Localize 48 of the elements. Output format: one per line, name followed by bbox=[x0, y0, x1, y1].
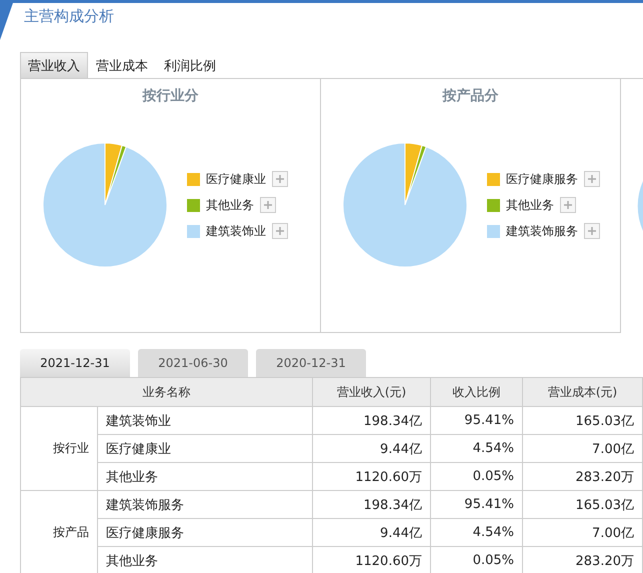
group-cell: 按行业 bbox=[20, 406, 98, 490]
table-cell: 建筑装饰服务 bbox=[98, 490, 312, 518]
plus-icon[interactable] bbox=[260, 197, 276, 213]
chart-title: 按产品分 bbox=[441, 87, 500, 105]
table-cell: 其他业务 bbox=[98, 462, 312, 490]
plus-icon[interactable] bbox=[584, 171, 600, 187]
date-tab[interactable]: 2020-12-31 bbox=[256, 349, 366, 377]
plus-icon[interactable] bbox=[272, 171, 288, 187]
section-title: 主营构成分析 bbox=[24, 7, 114, 26]
legend-label: 其他业务 bbox=[206, 196, 254, 214]
column-header: 营业收入(元) bbox=[312, 378, 430, 406]
table-cell: 7.00亿 bbox=[522, 434, 642, 462]
plus-icon[interactable] bbox=[584, 223, 600, 239]
date-tab[interactable]: 2021-06-30 bbox=[138, 349, 248, 377]
table-cell: 4.54% bbox=[430, 518, 522, 546]
tab[interactable]: 营业收入 bbox=[20, 52, 88, 78]
table-cell: 4.54% bbox=[430, 434, 522, 462]
plus-icon[interactable] bbox=[560, 197, 576, 213]
table-cell: 198.34亿 bbox=[312, 490, 430, 518]
table-cell: 165.03亿 bbox=[522, 406, 642, 434]
table-cell: 95.41% bbox=[430, 490, 522, 518]
table-cell: 95.41% bbox=[430, 406, 522, 434]
table-cell: 医疗健康业 bbox=[98, 434, 312, 462]
table-cell: 建筑装饰业 bbox=[98, 406, 312, 434]
table-cell: 283.20万 bbox=[522, 462, 642, 490]
column-header: 收入比例 bbox=[430, 378, 522, 406]
plus-icon[interactable] bbox=[272, 223, 288, 239]
table-cell: 9.44亿 bbox=[312, 434, 430, 462]
table-cell: 7.00亿 bbox=[522, 518, 642, 546]
table-cell: 165.03亿 bbox=[522, 490, 642, 518]
legend-label: 建筑装饰服务 bbox=[506, 222, 578, 240]
table-cell: 9.44亿 bbox=[312, 518, 430, 546]
date-tab[interactable]: 2021-12-31 bbox=[20, 349, 130, 377]
tab[interactable]: 营业成本 bbox=[88, 52, 156, 78]
table-cell: 198.34亿 bbox=[312, 406, 430, 434]
table-cell: 1120.60万 bbox=[312, 462, 430, 490]
chart-title: 按行业分 bbox=[141, 87, 200, 105]
column-header: 业务名称 bbox=[20, 378, 312, 406]
group-cell: 按产品 bbox=[20, 490, 98, 573]
legend-label: 医疗健康业 bbox=[206, 170, 266, 188]
legend-label: 医疗健康服务 bbox=[506, 170, 578, 188]
table-cell: 医疗健康服务 bbox=[98, 518, 312, 546]
column-header: 营业成本(元) bbox=[522, 378, 642, 406]
pie-chart-drawing bbox=[637, 181, 643, 231]
legend-label: 其他业务 bbox=[506, 196, 554, 214]
table-cell: 0.05% bbox=[430, 462, 522, 490]
legend-label: 建筑装饰业 bbox=[206, 222, 266, 240]
tab[interactable]: 利润比例 bbox=[156, 52, 224, 78]
